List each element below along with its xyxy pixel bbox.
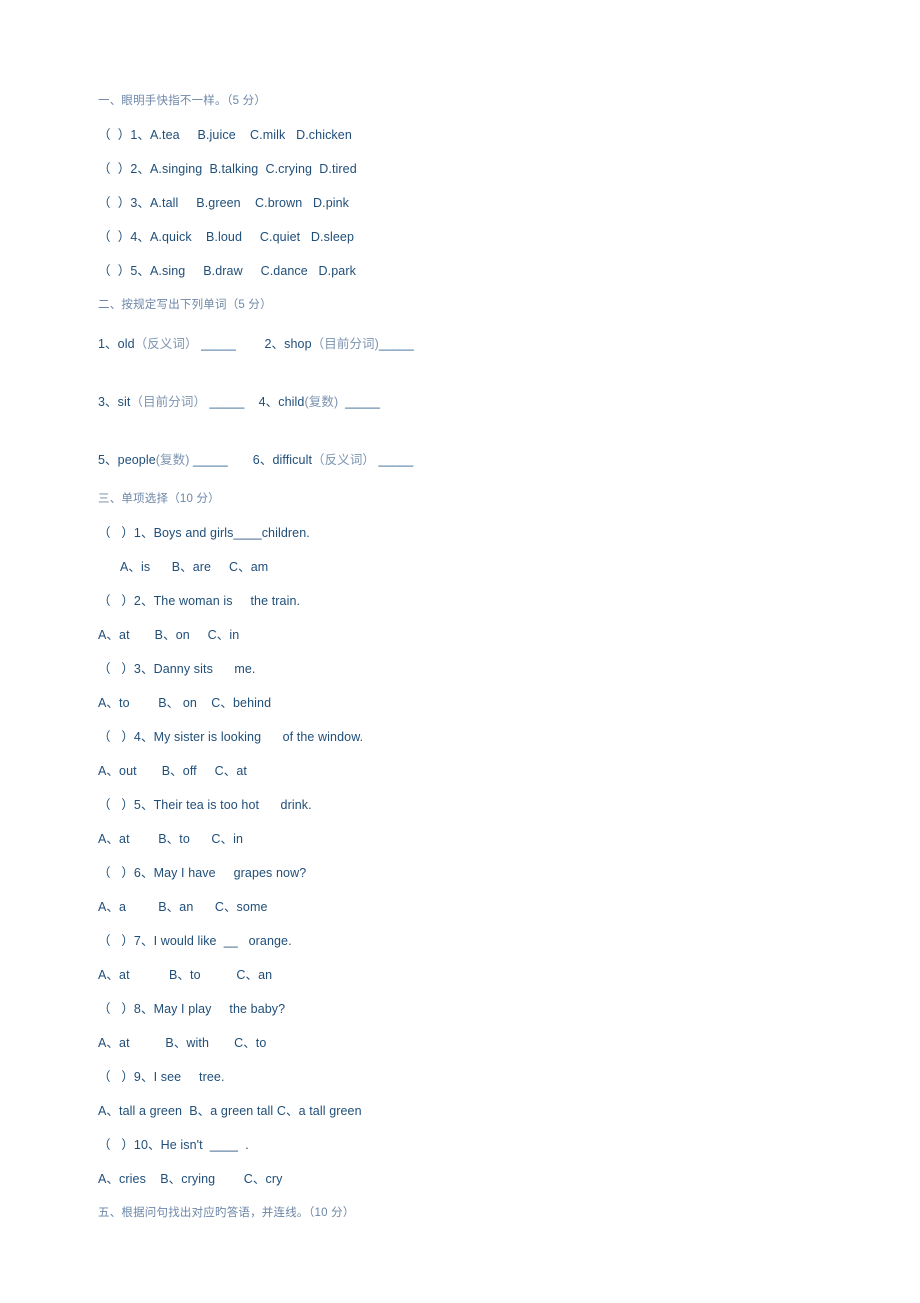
section-five-heading: 五、根据问句找出对应旳答语，并连线。（10 分） (98, 1207, 355, 1219)
section-two-spacer-a (98, 366, 858, 380)
exam-content: 一、眼明手快指不一样。（5 分） （ ）1、A.tea B.juice C.mi… (98, 84, 858, 1230)
question-stem-1: （ ）1、Boys and girls____children. (98, 526, 310, 540)
word-term-4: child (278, 395, 305, 409)
section-one-item-1: （ ）1、A.tea B.juice C.milk D.chicken (98, 128, 352, 142)
word-num-3: 3、 (98, 395, 118, 409)
word-term-2: shop (284, 337, 312, 351)
section-one-item-4: （ ）4、A.quick B.loud C.quiet D.sleep (98, 230, 354, 244)
question-stem-2: （ ）2、The woman is the train. (98, 594, 301, 608)
word-blank-5[interactable]: _____ (190, 453, 228, 467)
question-stem-7: （ ）7、I would like __ orange. (98, 934, 292, 948)
question-stem-9: （ ）9、I see tree. (98, 1070, 225, 1084)
question-stem-6: （ ）6、May I have grapes now? (98, 866, 307, 880)
section-two-row-1: 1、old（反义词） _____ 2、shop（目前分词)_____ (98, 322, 858, 366)
section-two-row-2: 3、sit（目前分词） _____ 4、child(复数) _____ (98, 380, 858, 424)
word-num-1: 1、 (98, 337, 118, 351)
word-term-3: sit (117, 395, 131, 409)
word-term-1: old (117, 337, 135, 351)
word-blank-2[interactable]: _____ (379, 337, 414, 351)
row-gap-2 (244, 395, 258, 409)
question-stem-10: （ ）10、He isn't ____ . (98, 1138, 249, 1152)
question-options-4[interactable]: A、out B、off C、at (98, 754, 858, 788)
word-note-1: （反义词） (134, 337, 198, 351)
question-options-9[interactable]: A、tall a green B、a green tall C、a tall g… (98, 1094, 858, 1128)
question-stem-3: （ ）3、Danny sits me. (98, 662, 256, 676)
question-options-2[interactable]: A、at B、on C、in (98, 618, 858, 652)
section-two-heading: 二、按规定写出下列单词（5 分） (98, 299, 272, 311)
word-term-6: difficult (272, 453, 313, 467)
section-three-heading: 三、单项选择（10 分） (98, 493, 220, 505)
question-stem-5: （ ）5、Their tea is too hot drink. (98, 798, 312, 812)
row-gap-1 (236, 337, 265, 351)
question-options-7[interactable]: A、at B、to C、an (98, 958, 858, 992)
section-two-spacer-b (98, 424, 858, 438)
section-one-item-5: （ ）5、A.sing B.draw C.dance D.park (98, 264, 356, 278)
word-num-2: 2、 (264, 337, 285, 351)
word-num-6: 6、 (252, 453, 273, 467)
question-options-8[interactable]: A、at B、with C、to (98, 1026, 858, 1060)
question-options-1[interactable]: A、is B、are C、am (98, 550, 858, 584)
question-options-5[interactable]: A、at B、to C、in (98, 822, 858, 856)
question-options-3[interactable]: A、to B、 on C、behind (98, 686, 858, 720)
word-note-4: (复数) (304, 395, 339, 409)
question-options-6[interactable]: A、a B、an C、some (98, 890, 858, 924)
word-blank-1[interactable]: _____ (198, 337, 236, 351)
word-blank-4[interactable]: _____ (338, 395, 380, 409)
question-stem-4: （ ）4、My sister is looking of the window. (98, 730, 364, 744)
row-gap-3 (228, 453, 253, 467)
word-blank-3[interactable]: _____ (206, 395, 245, 409)
section-one-item-2: （ ）2、A.singing B.talking C.crying D.tire… (98, 162, 357, 176)
word-blank-6[interactable]: _____ (375, 453, 414, 467)
section-one-item-3: （ ）3、A.tall B.green C.brown D.pink (98, 196, 350, 210)
word-term-5: people (117, 453, 156, 467)
question-stem-8: （ ）8、May I play the baby? (98, 1002, 286, 1016)
word-num-5: 5、 (98, 453, 118, 467)
question-options-10[interactable]: A、cries B、crying C、cry (98, 1162, 858, 1196)
section-one-heading: 一、眼明手快指不一样。（5 分） (98, 95, 267, 107)
word-num-4: 4、 (258, 395, 279, 409)
word-note-6: （反义词） (312, 453, 376, 467)
section-two-row-3: 5、people(复数) _____ 6、difficult（反义词） ____… (98, 438, 858, 482)
word-note-5: (复数) (155, 453, 190, 467)
exam-page: 一、眼明手快指不一样。（5 分） （ ）1、A.tea B.juice C.mi… (0, 0, 920, 1303)
word-note-2: （目前分词) (311, 337, 379, 351)
word-note-3: （目前分词） (130, 395, 207, 409)
